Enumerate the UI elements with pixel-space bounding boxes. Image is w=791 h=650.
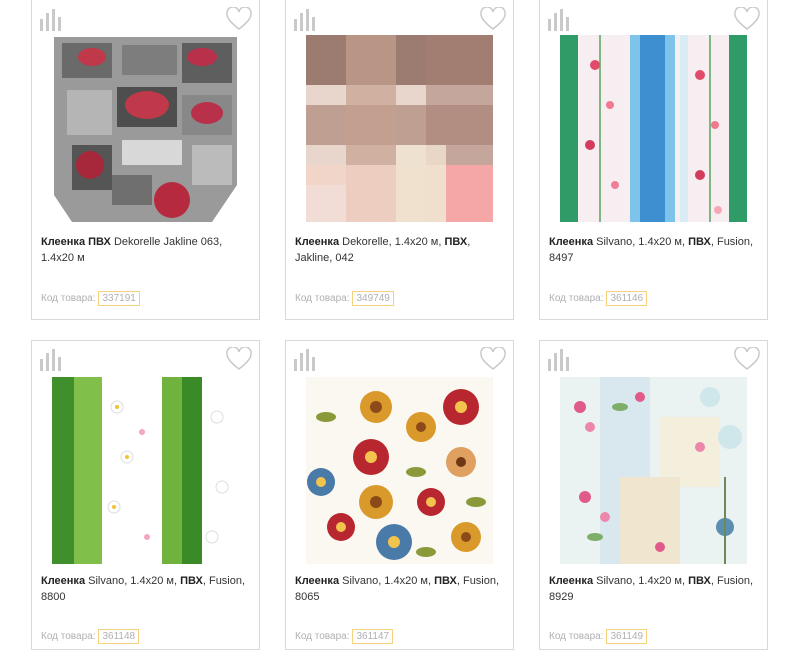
product-title[interactable]: Клеенка ПВХ Dekorelle Jakline 063, 1.4х2… [41,234,255,266]
heart-icon[interactable] [226,7,252,31]
product-card[interactable]: Клеенка Silvano, 1.4х20 м, ПВХ, Fusion, … [31,340,260,650]
product-image[interactable] [52,377,239,564]
product-image[interactable] [306,377,493,564]
product-card[interactable]: Клеенка Silvano, 1.4х20 м, ПВХ, Fusion, … [539,340,768,650]
product-code: Код товара: 361146 [549,291,648,306]
product-code: Код товара: 361149 [549,629,648,644]
product-code: Код товара: 337191 [41,291,140,306]
compare-icon[interactable] [548,9,572,31]
product-card[interactable]: Клеенка Silvano, 1.4х20 м, ПВХ, Fusion, … [539,0,768,320]
product-title[interactable]: Клеенка Silvano, 1.4х20 м, ПВХ, Fusion, … [549,234,763,266]
product-card[interactable]: Клеенка Silvano, 1.4х20 м, ПВХ, Fusion, … [285,340,514,650]
compare-icon[interactable] [294,9,318,31]
heart-icon[interactable] [226,347,252,371]
product-image[interactable] [560,35,747,222]
product-card[interactable]: Клеенка Dekorelle, 1.4х20 м, ПВХ, Jaklin… [285,0,514,320]
product-title[interactable]: Клеенка Silvano, 1.4х20 м, ПВХ, Fusion, … [549,573,763,605]
product-code: Код товара: 361148 [41,629,140,644]
product-code: Код товара: 361147 [295,629,394,644]
heart-icon[interactable] [734,7,760,31]
product-image[interactable] [52,35,239,222]
product-code: Код товара: 349749 [295,291,394,306]
compare-icon[interactable] [40,349,64,371]
compare-icon[interactable] [548,349,572,371]
compare-icon[interactable] [294,349,318,371]
product-title[interactable]: Клеенка Silvano, 1.4х20 м, ПВХ, Fusion, … [41,573,255,605]
product-card[interactable]: Клеенка ПВХ Dekorelle Jakline 063, 1.4х2… [31,0,260,320]
product-image[interactable] [306,35,493,222]
heart-icon[interactable] [480,347,506,371]
product-image[interactable] [560,377,747,564]
heart-icon[interactable] [734,347,760,371]
product-title[interactable]: Клеенка Dekorelle, 1.4х20 м, ПВХ, Jaklin… [295,234,509,266]
heart-icon[interactable] [480,7,506,31]
compare-icon[interactable] [40,9,64,31]
product-title[interactable]: Клеенка Silvano, 1.4х20 м, ПВХ, Fusion, … [295,573,509,605]
